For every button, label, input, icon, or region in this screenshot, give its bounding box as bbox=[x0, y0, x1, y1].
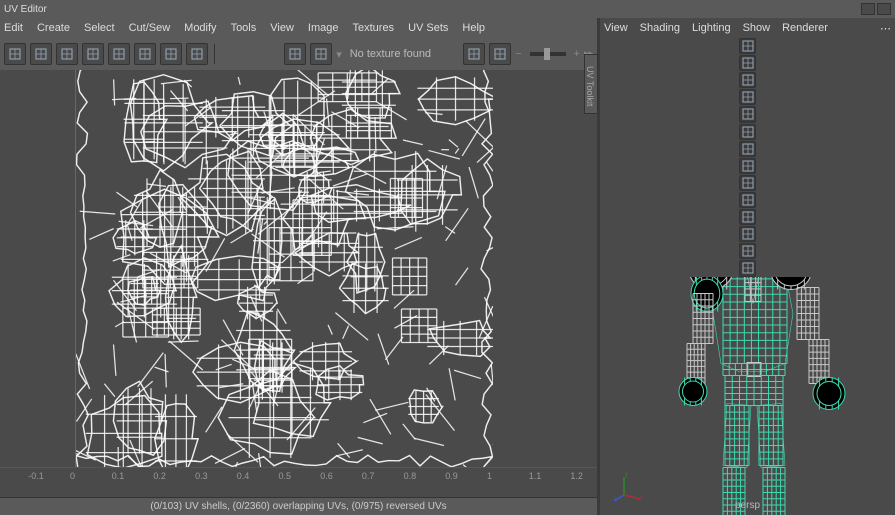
film-icon[interactable] bbox=[739, 260, 756, 276]
grid-icon[interactable] bbox=[739, 158, 756, 174]
menu-edit[interactable]: Edit bbox=[4, 22, 23, 34]
image-small-icon[interactable] bbox=[489, 43, 511, 65]
uv-tick-x: 0.9 bbox=[445, 471, 458, 481]
wire-box-icon[interactable] bbox=[739, 243, 756, 259]
uv-tick-x: 0.3 bbox=[195, 471, 208, 481]
vp-menu-lighting[interactable]: Lighting bbox=[692, 22, 731, 34]
grid4-icon[interactable] bbox=[739, 209, 756, 225]
dashed-circle-icon[interactable] bbox=[160, 43, 182, 65]
uv-tick-x: -0.1 bbox=[28, 471, 44, 481]
menu-help[interactable]: Help bbox=[462, 22, 485, 34]
uv-tick-x: 0.5 bbox=[279, 471, 292, 481]
shaded-box-icon[interactable] bbox=[739, 226, 756, 242]
menu-tools[interactable]: Tools bbox=[231, 22, 257, 34]
menu-view[interactable]: View bbox=[270, 22, 294, 34]
uv-tick-x: 0 bbox=[70, 471, 75, 481]
viewport-menubar: View Shading Lighting Show Renderer ⋯ bbox=[600, 18, 895, 38]
uv-tick-x: 0.1 bbox=[112, 471, 125, 481]
vp-menu-renderer[interactable]: Renderer bbox=[782, 22, 828, 34]
uv-tick-x: 1.1 bbox=[529, 471, 542, 481]
uv-shelf: ▾ No texture found − + ▸▸ bbox=[0, 38, 597, 70]
camera-label: persp bbox=[600, 500, 895, 511]
menu-cutsew[interactable]: Cut/Sew bbox=[129, 22, 171, 34]
uv-toolkit-tab[interactable]: UV Toolkit bbox=[584, 54, 598, 114]
uv-tick-x: 1.2 bbox=[570, 471, 583, 481]
uv-canvas[interactable]: -0.1 0 0.1 0.2 0.3 0.4 0.5 0.6 0.7 0.8 0.9 1 1.1 1.2 bbox=[0, 70, 597, 497]
viewport-panel: View Shading Lighting Show Renderer ⋯ ↖ y x z… bbox=[600, 18, 895, 515]
viewport-shelf bbox=[600, 38, 895, 277]
expand-btn[interactable] bbox=[877, 3, 891, 15]
view-axis-gizmo[interactable]: y x z bbox=[614, 471, 644, 501]
status-text: (0/103) UV shells, (0/2360) overlapping … bbox=[150, 501, 446, 512]
uv-axis-u bbox=[0, 467, 597, 468]
pin-icon[interactable] bbox=[739, 89, 756, 105]
pen-icon[interactable] bbox=[739, 106, 756, 122]
vp-menu-view[interactable]: View bbox=[604, 22, 628, 34]
image-icon[interactable] bbox=[284, 43, 306, 65]
menu-textures[interactable]: Textures bbox=[352, 22, 394, 34]
grid3-icon[interactable] bbox=[739, 192, 756, 208]
character-mesh[interactable]: ↖ bbox=[643, 277, 853, 515]
uv-tick-x: 0.2 bbox=[153, 471, 166, 481]
pointer-icon[interactable] bbox=[739, 124, 756, 140]
vp-menu-shading[interactable]: Shading bbox=[640, 22, 680, 34]
uv-tick-x: 0.6 bbox=[320, 471, 333, 481]
vp-menu-show[interactable]: Show bbox=[743, 22, 771, 34]
viewcube-icon[interactable] bbox=[739, 38, 756, 54]
uv-tick-x: 0.7 bbox=[362, 471, 375, 481]
axis-y-label: y bbox=[625, 472, 628, 478]
window-buttons bbox=[861, 3, 891, 15]
uv-shell-icon[interactable] bbox=[56, 43, 78, 65]
magnet-icon[interactable] bbox=[30, 43, 52, 65]
uv-grid-icon[interactable] bbox=[108, 43, 130, 65]
status-bar: (0/103) UV shells, (0/2360) overlapping … bbox=[0, 497, 597, 515]
uv-wireframe bbox=[76, 70, 493, 467]
minimize-btn[interactable] bbox=[861, 3, 875, 15]
menu-create[interactable]: Create bbox=[37, 22, 70, 34]
persp-viewport[interactable]: ↖ y x z persp bbox=[600, 277, 895, 515]
uv-tick-x: 0.4 bbox=[237, 471, 250, 481]
menu-modify[interactable]: Modify bbox=[184, 22, 216, 34]
grid2-icon[interactable] bbox=[739, 175, 756, 191]
uv-menubar: Edit Create Select Cut/Sew Modify Tools View Im… bbox=[0, 18, 597, 38]
plus-icon[interactable]: + bbox=[574, 48, 580, 60]
arrow-icon[interactable] bbox=[739, 55, 756, 71]
vp-menu-more[interactable]: ⋯ bbox=[880, 22, 891, 35]
window-title: UV Editor bbox=[4, 4, 47, 15]
uv-lattice-icon[interactable] bbox=[134, 43, 156, 65]
menu-image[interactable]: Image bbox=[308, 22, 339, 34]
texture-label: No texture found bbox=[350, 48, 431, 60]
menu-select[interactable]: Select bbox=[84, 22, 115, 34]
title-bar: UV Editor bbox=[0, 0, 895, 18]
uv-shell-border-icon[interactable] bbox=[82, 43, 104, 65]
uv-tick-x: 1 bbox=[487, 471, 492, 481]
checker-icon[interactable] bbox=[310, 43, 332, 65]
uv-editor-panel: Edit Create Select Cut/Sew Modify Tools View Im… bbox=[0, 18, 600, 515]
refresh-icon[interactable] bbox=[463, 43, 485, 65]
grid-snap-icon[interactable] bbox=[4, 43, 26, 65]
bookmark-icon[interactable] bbox=[739, 72, 756, 88]
lasso-icon[interactable] bbox=[739, 141, 756, 157]
camera-icon[interactable] bbox=[186, 43, 208, 65]
menu-uvsets[interactable]: UV Sets bbox=[408, 22, 448, 34]
minus-icon[interactable]: − bbox=[515, 48, 521, 60]
uv-tick-x: 0.8 bbox=[404, 471, 417, 481]
dropdown-arrow[interactable]: ▾ bbox=[336, 48, 342, 61]
exposure-slider[interactable] bbox=[530, 52, 566, 56]
